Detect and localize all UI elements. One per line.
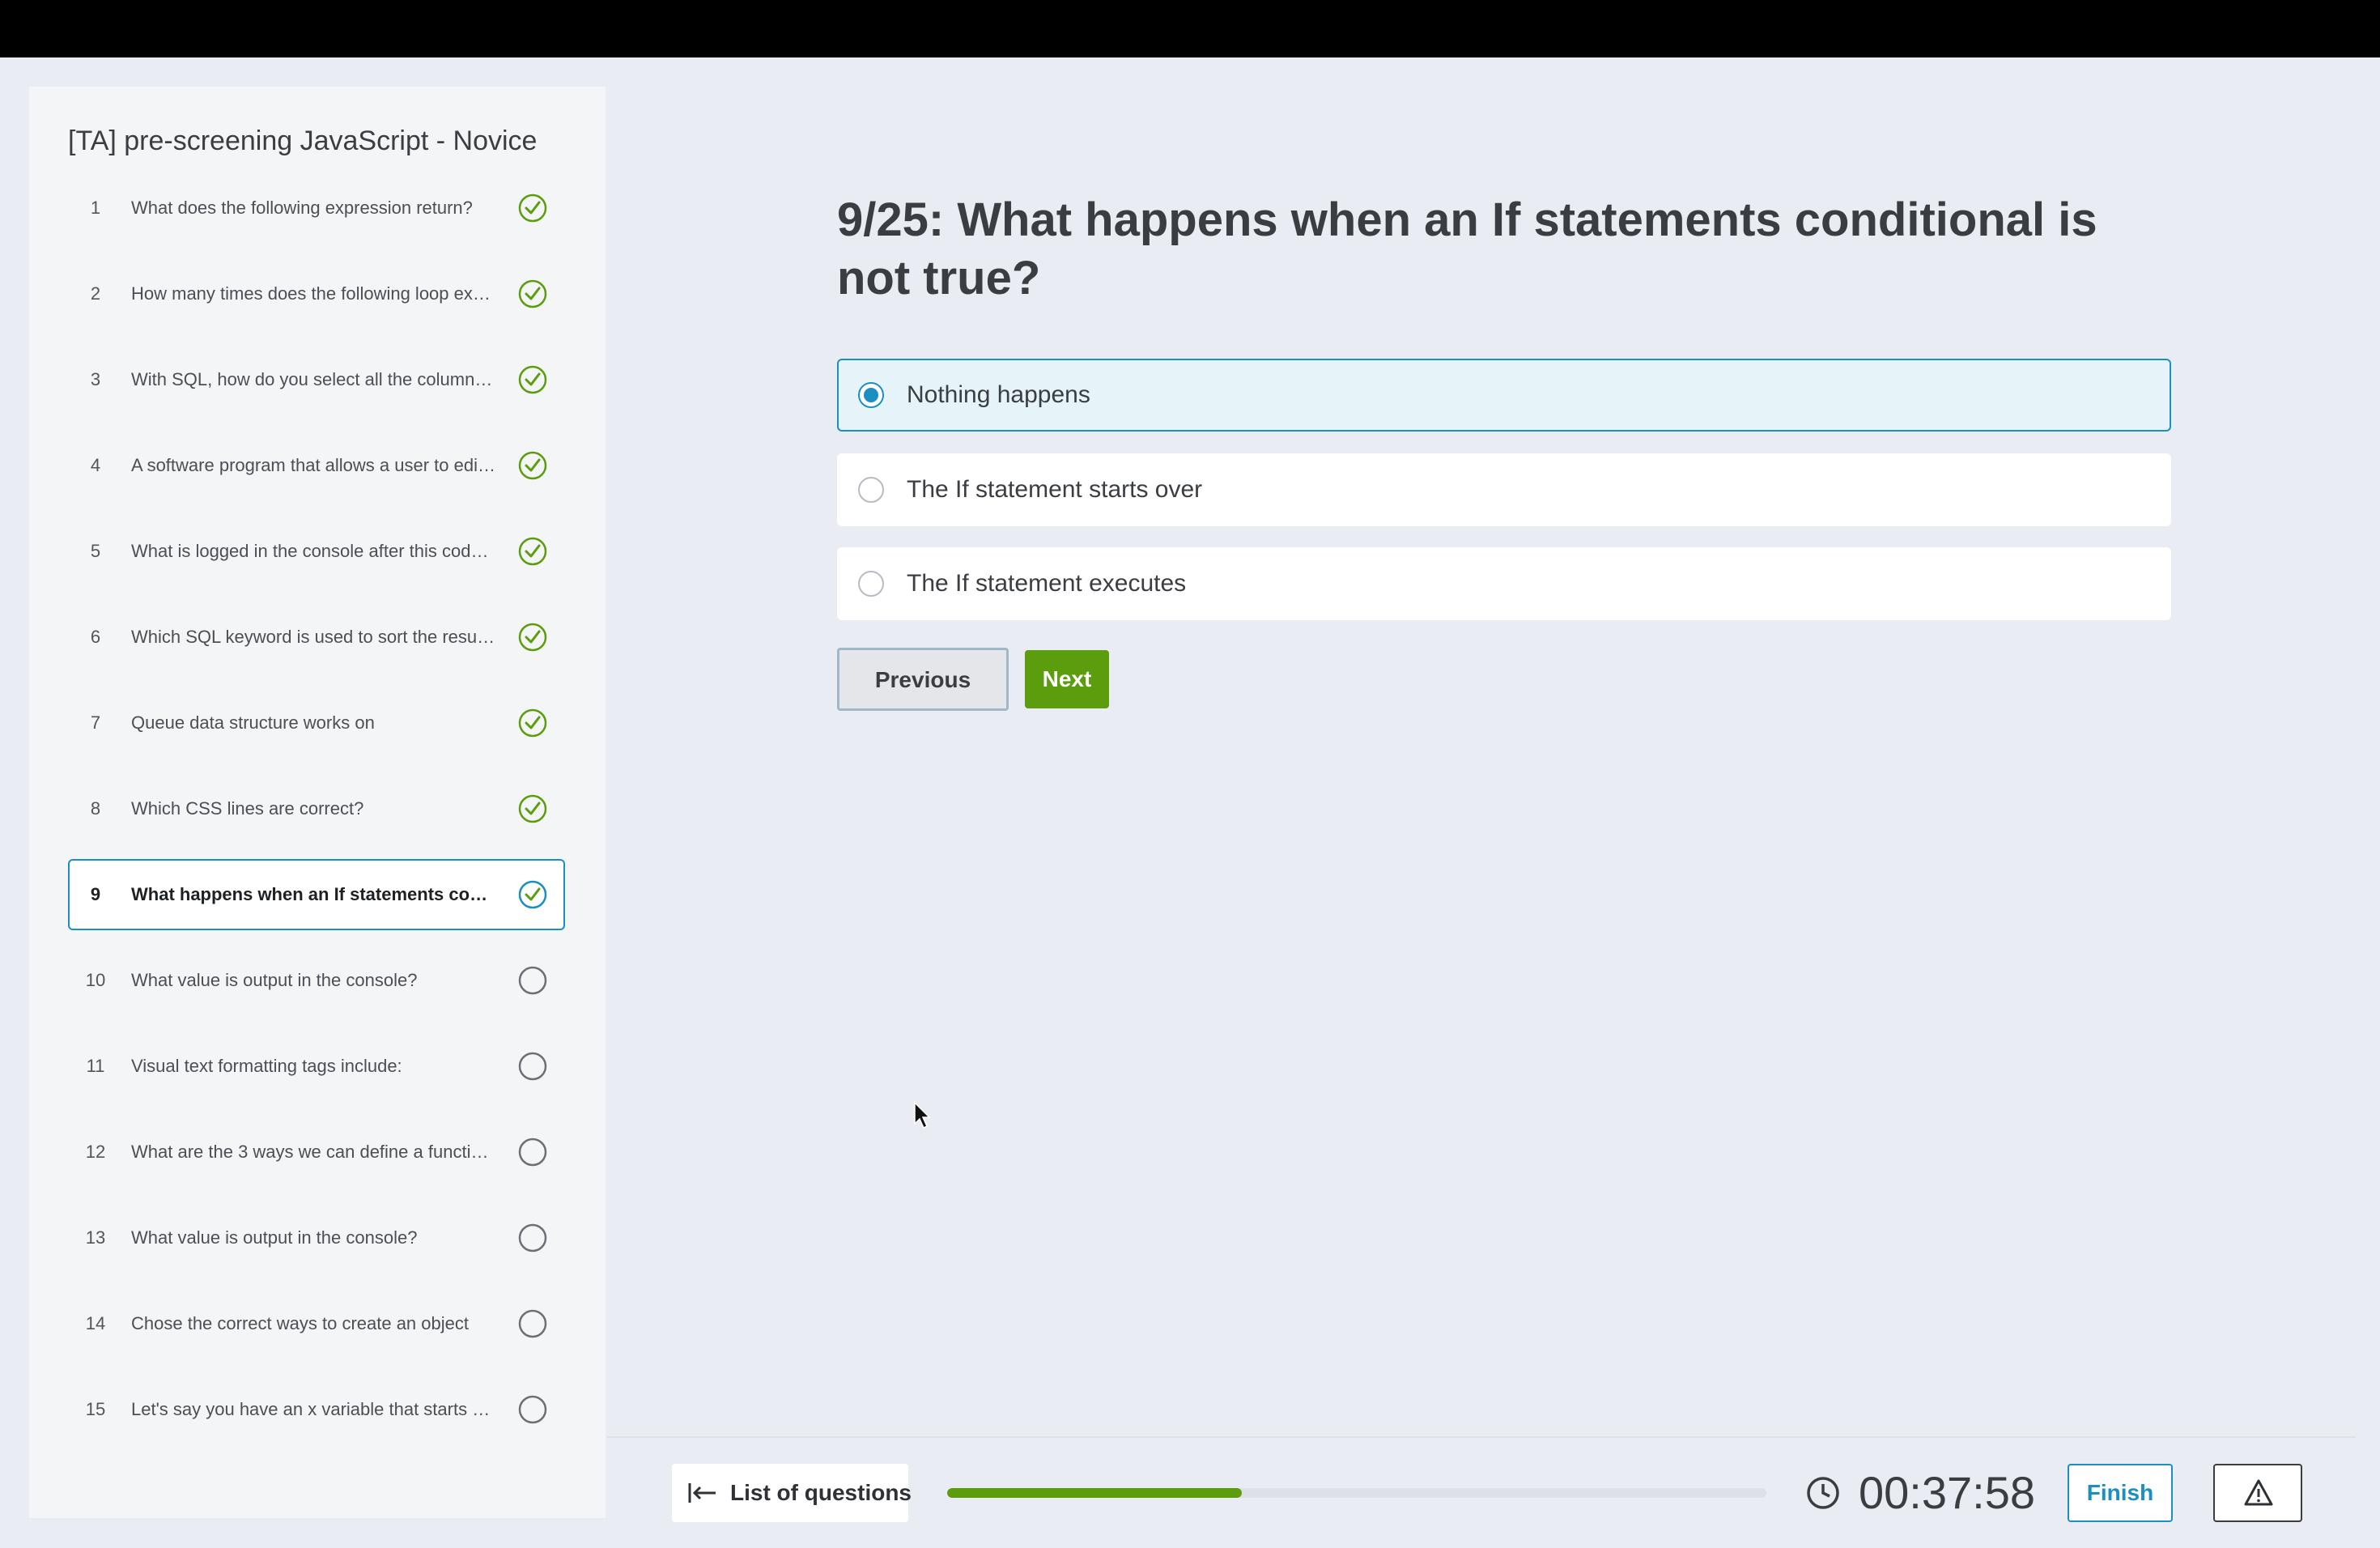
radio-button[interactable]: [858, 477, 884, 503]
sidebar-item-question-10[interactable]: 10 What value is output in the console?: [68, 945, 565, 1016]
answer-option-1[interactable]: Nothing happens: [837, 359, 2171, 432]
question-preview: What value is output in the console?: [131, 1227, 418, 1248]
radio-button[interactable]: [858, 571, 884, 597]
radio-button[interactable]: [858, 382, 884, 408]
report-problem-button[interactable]: [2213, 1464, 2302, 1522]
previous-button[interactable]: Previous: [837, 648, 1009, 711]
next-button[interactable]: Next: [1025, 650, 1109, 708]
question-number: 1: [90, 198, 101, 218]
question-number: 6: [90, 627, 101, 647]
clock-icon: [1807, 1477, 1839, 1509]
check-circle-icon: [518, 880, 547, 909]
check-circle-icon: [518, 794, 547, 823]
question-preview: Which CSS lines are correct?: [131, 798, 364, 819]
answer-label: The If statement executes: [907, 570, 1187, 597]
finish-button[interactable]: Finish: [2068, 1464, 2173, 1522]
sidebar-item-question-2[interactable]: 2 How many times does the following loop …: [68, 258, 565, 330]
sidebar-item-question-14[interactable]: 14 Chose the correct ways to create an ob…: [68, 1288, 565, 1359]
top-black-bar: [0, 0, 2380, 57]
question-number: 5: [90, 541, 101, 561]
warning-icon: [2244, 1479, 2273, 1506]
question-preview: Chose the correct ways to create an obje…: [131, 1313, 469, 1333]
empty-circle-icon: [518, 1223, 547, 1252]
check-circle-icon: [518, 451, 547, 480]
sidebar-item-question-8[interactable]: 8 Which CSS lines are correct?: [68, 773, 565, 844]
check-circle-icon: [518, 194, 547, 223]
timer: 00:37:58: [1859, 1467, 2035, 1518]
empty-circle-icon: [518, 1052, 547, 1081]
question-preview: A software program that allows a user to…: [131, 455, 526, 475]
sidebar-item-question-3[interactable]: 3 With SQL, how do you select all the col…: [68, 344, 565, 415]
check-circle-icon: [518, 623, 547, 652]
progress-bar: [947, 1488, 1766, 1498]
sidebar-item-question-4[interactable]: 4 A software program that allows a user t…: [68, 430, 565, 501]
empty-circle-icon: [518, 1309, 547, 1338]
question-number: 9: [90, 884, 101, 904]
question-preview: What is logged in the console after this…: [131, 541, 530, 561]
sidebar-item-question-9[interactable]: 9 What happens when an If statements cond…: [68, 859, 565, 930]
test-title: [TA] pre-screening JavaScript - Novice: [68, 125, 538, 156]
question-number: 14: [85, 1313, 106, 1333]
sidebar-item-question-1[interactable]: 1 What does the following expression retu…: [68, 172, 565, 244]
question-number: 2: [90, 283, 101, 304]
empty-circle-icon: [518, 1395, 547, 1424]
question-number: 4: [90, 455, 101, 475]
check-circle-icon: [518, 537, 547, 566]
question-number: 12: [85, 1142, 106, 1162]
answer-label: The If statement starts over: [907, 476, 1203, 503]
sidebar-item-question-11[interactable]: 11 Visual text formatting tags include:: [68, 1031, 565, 1102]
question-number: 3: [90, 369, 101, 389]
question-preview: Visual text formatting tags include:: [131, 1056, 402, 1076]
question-number: 11: [86, 1056, 105, 1076]
question-number: 7: [90, 712, 101, 733]
arrow-left-bar-icon: [688, 1483, 716, 1503]
sidebar-item-question-15[interactable]: 15 Let's say you have an x variable that …: [68, 1374, 565, 1445]
question-preview: How many times does the following loop e…: [131, 283, 526, 304]
question-number: 13: [85, 1227, 106, 1248]
sidebar-item-question-7[interactable]: 7 Queue data structure works on: [68, 687, 565, 759]
check-circle-icon: [518, 708, 547, 738]
question-sidebar: [TA] pre-screening JavaScript - Novice 1…: [29, 87, 606, 1518]
check-circle-icon: [518, 365, 547, 394]
question-preview: What happens when an If statements condi…: [131, 884, 560, 904]
progress-fill: [947, 1488, 1243, 1498]
sidebar-item-question-12[interactable]: 12 What are the 3 ways we can define a fu…: [68, 1116, 565, 1188]
sidebar-item-question-13[interactable]: 13 What value is output in the console?: [68, 1202, 565, 1274]
question-preview: Let's say you have an x variable that st…: [131, 1399, 502, 1419]
question-preview: Queue data structure works on: [131, 712, 375, 733]
question-title: 9/25: What happens when an If statements…: [837, 194, 2097, 304]
empty-circle-icon: [518, 1138, 547, 1167]
answer-option-3[interactable]: The If statement executes: [837, 547, 2171, 620]
question-preview: With SQL, how do you select all the colu…: [131, 369, 560, 389]
question-preview: What are the 3 ways we can define a func…: [131, 1142, 501, 1162]
question-number: 15: [85, 1399, 106, 1419]
check-circle-icon: [518, 279, 547, 308]
empty-circle-icon: [518, 966, 547, 995]
answer-label: Nothing happens: [907, 381, 1090, 408]
question-number: 8: [90, 798, 101, 819]
answer-option-2[interactable]: The If statement starts over: [837, 453, 2171, 526]
question-preview: What does the following expression retur…: [131, 198, 473, 218]
mouse-cursor-icon: [914, 1101, 931, 1129]
question-preview: Which SQL keyword is used to sort the re…: [131, 627, 526, 647]
question-number: 10: [85, 970, 106, 990]
question-preview: What value is output in the console?: [131, 970, 418, 990]
footer-divider: [607, 1436, 2356, 1438]
sidebar-item-question-6[interactable]: 6 Which SQL keyword is used to sort the r…: [68, 602, 565, 673]
question-list: 1 What does the following expression retu…: [68, 172, 565, 1460]
list-of-questions-label: List of questions: [730, 1480, 912, 1505]
sidebar-item-question-5[interactable]: 5 What is logged in the console after thi…: [68, 516, 565, 587]
list-of-questions-button[interactable]: List of questions: [672, 1464, 912, 1522]
